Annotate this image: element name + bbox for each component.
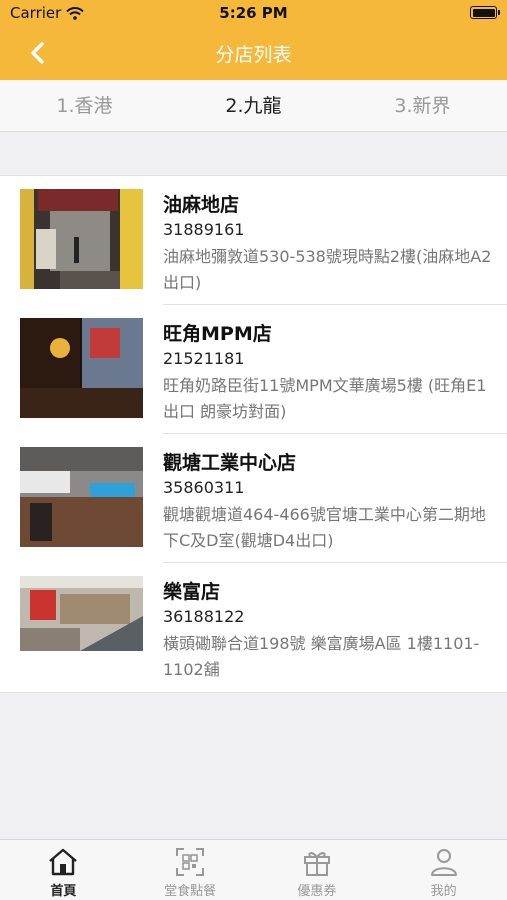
branch-row[interactable]: 油麻地店 31889161 油麻地彌敦道530-538號現時點2樓(油麻地A2出… <box>0 176 507 305</box>
branch-name: 旺角MPM店 <box>163 323 272 345</box>
branch-row[interactable]: 旺角MPM店 21521181 旺角奶路臣街11號MPM文華廣場5樓 (旺角E1… <box>0 305 507 434</box>
tab-coupons-label: 優惠券 <box>297 884 337 899</box>
tab-kowloon[interactable]: 2.九龍 <box>169 80 338 131</box>
branch-phone: 21521181 <box>163 349 245 368</box>
tab-new-territories[interactable]: 3.新界 <box>338 80 507 131</box>
branch-address: 橫頭磡聯合道198號 樂富廣場A區 1樓1101-1102舖 <box>163 634 480 679</box>
branch-row[interactable]: 樂富店 36188122 橫頭磡聯合道198號 樂富廣場A區 1樓1101-11… <box>0 563 507 692</box>
tab-dine-in-label: 堂食點餐 <box>164 884 217 899</box>
clock: 5:26 PM <box>219 4 288 22</box>
branch-name: 樂富店 <box>163 581 221 603</box>
tab-home-label: 首頁 <box>50 884 77 899</box>
home-icon <box>49 848 78 876</box>
tab-coupons[interactable]: 優惠券 <box>254 840 381 900</box>
branch-phone: 35860311 <box>163 478 245 497</box>
branch-address: 旺角奶路臣街11號MPM文華廣場5樓 (旺角E1出口 朗豪坊對面) <box>163 376 487 421</box>
branch-address: 油麻地彌敦道530-538號現時點2樓(油麻地A2出口) <box>163 247 492 292</box>
branch-row[interactable]: 觀塘工業中心店 35860311 觀塘觀塘道464-466號官塘工業中心第二期地… <box>0 434 507 563</box>
branch-phone: 36188122 <box>163 607 245 626</box>
tab-profile[interactable]: 我的 <box>380 840 507 900</box>
branch-phone: 31889161 <box>163 220 245 239</box>
branch-name: 觀塘工業中心店 <box>163 452 297 474</box>
bottom-tab-bar: 首頁 堂食點餐 優惠券 我的 <box>0 839 507 900</box>
branch-list: 油麻地店 31889161 油麻地彌敦道530-538號現時點2樓(油麻地A2出… <box>0 175 507 693</box>
branch-photo <box>20 576 143 651</box>
page-title: 分店列表 <box>215 44 292 66</box>
gift-icon <box>303 852 330 876</box>
tab-dine-in-order[interactable]: 堂食點餐 <box>127 840 254 900</box>
status-bar: Carrier 5:26 PM <box>0 0 507 26</box>
branch-photo <box>20 189 143 289</box>
branch-address: 觀塘觀塘道464-466號官塘工業中心第二期地下C及D室(觀塘D4出口) <box>163 505 486 550</box>
tab-hong-kong[interactable]: 1.香港 <box>0 80 169 131</box>
tab-profile-label: 我的 <box>430 884 457 899</box>
battery-icon <box>470 6 500 19</box>
person-icon <box>430 849 457 876</box>
branch-photo <box>20 318 143 418</box>
qr-scan-icon <box>176 848 205 876</box>
branch-photo <box>20 447 143 547</box>
branch-name: 油麻地店 <box>163 194 240 216</box>
nav-bar: 分店列表 <box>0 26 507 80</box>
tab-home[interactable]: 首頁 <box>0 840 127 900</box>
region-tabs: 1.香港 2.九龍 3.新界 <box>0 80 507 132</box>
